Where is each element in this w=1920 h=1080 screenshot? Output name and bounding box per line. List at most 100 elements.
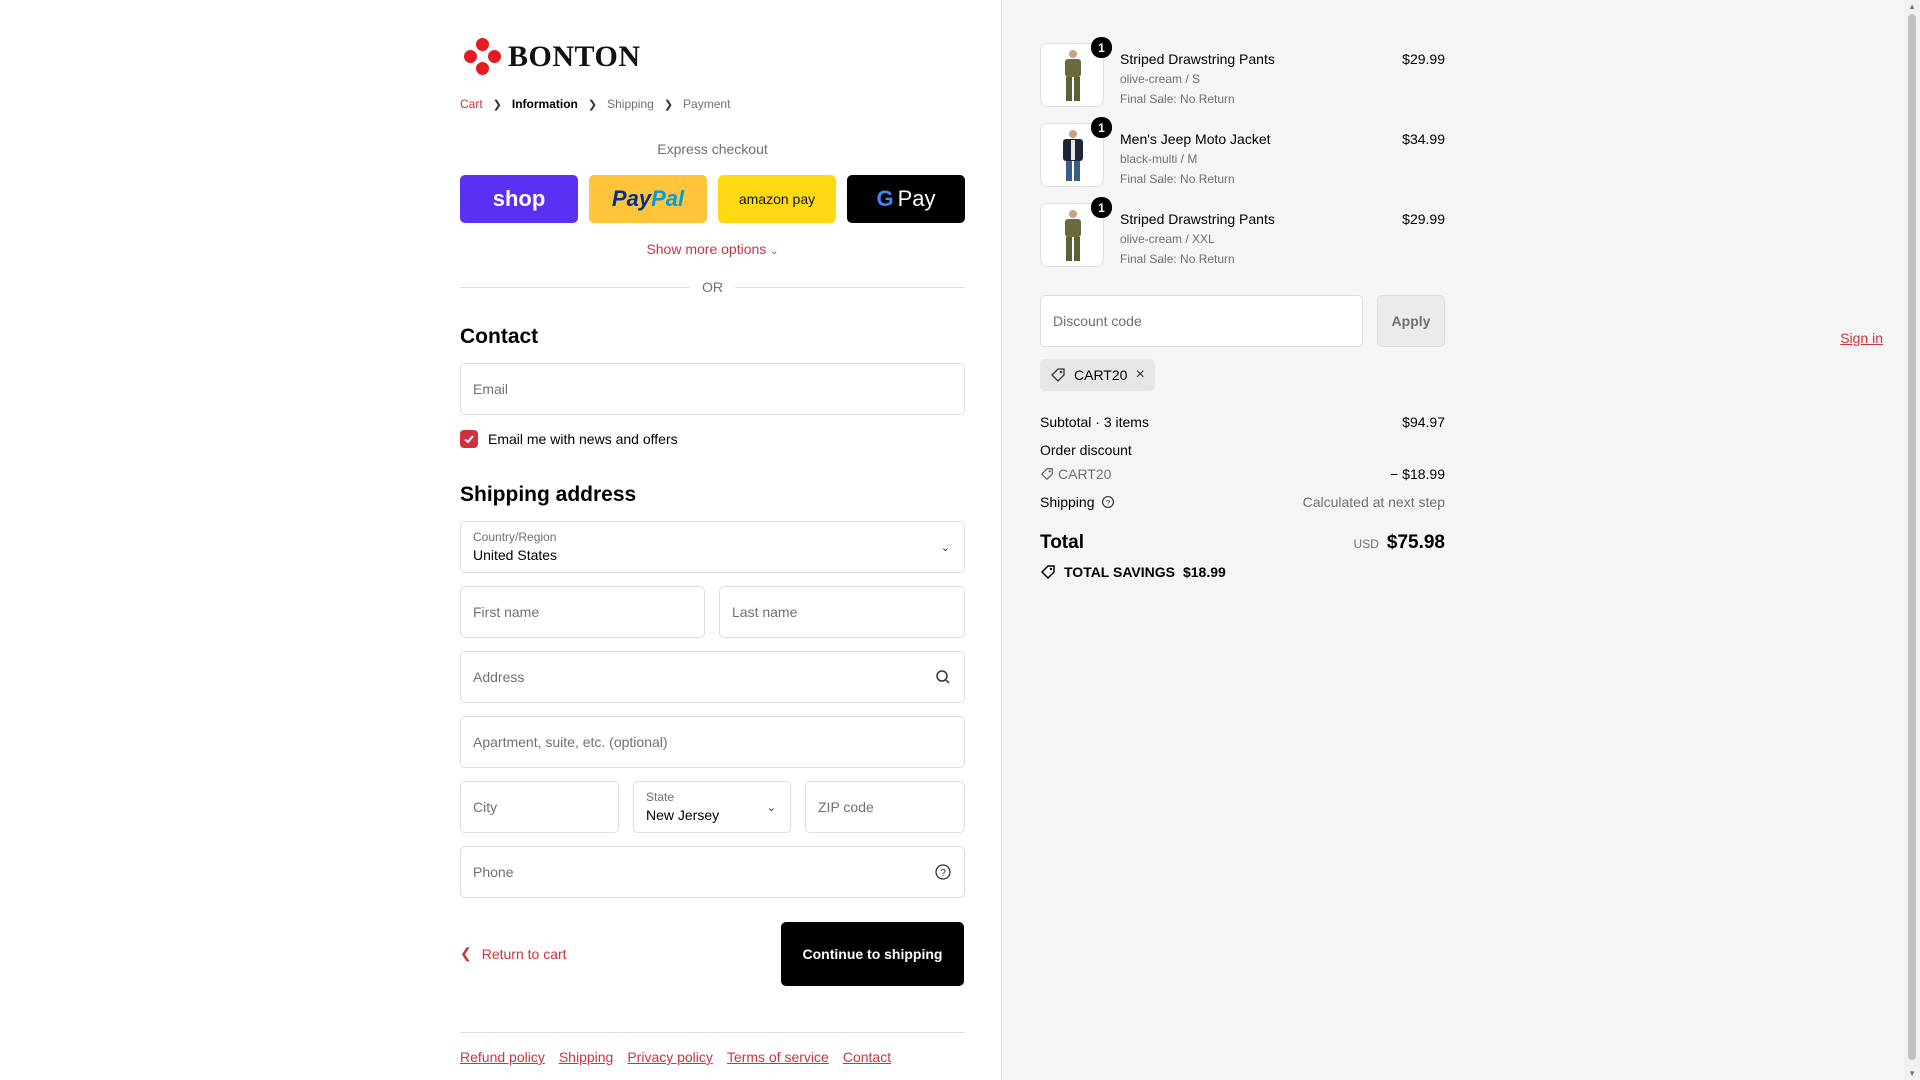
discount-code-line: CART20 [1040,466,1445,482]
address-field[interactable]: Address [460,651,965,703]
tag-icon [1040,565,1055,580]
or-label: OR [702,279,723,295]
last-name-field[interactable]: Last name [719,586,965,638]
footer-link-contact[interactable]: Contact [843,1049,891,1065]
logo-text: BONTON [508,40,641,73]
email-field[interactable]: Email [460,363,965,415]
help-icon[interactable]: ? [934,863,952,884]
country-value: United States [473,547,558,563]
phone-placeholder: Phone [473,864,514,880]
order-discount-row: Order discount [1040,442,1445,458]
tag-icon [1051,368,1065,382]
shipping-value: Calculated at next step [1302,494,1445,510]
quantity-badge: 1 [1091,37,1112,58]
item-name: Men's Jeep Moto Jacket [1120,131,1271,147]
subtotal-value: $94.97 [1402,414,1445,430]
footer-link-refund[interactable]: Refund policy [460,1049,545,1065]
shipping-label: Shipping [1040,494,1095,510]
zip-placeholder: ZIP code [818,799,874,815]
amazon-pay-label: amazon pay [738,191,816,207]
google-pay-button[interactable]: G Pay [847,175,965,223]
apartment-field[interactable]: Apartment, suite, etc. (optional) [460,716,965,768]
item-name: Striped Drawstring Pants [1120,211,1275,227]
applied-discount-tag: CART20 × [1040,359,1155,391]
discount-code-row: CART20 − $18.99 [1040,466,1445,482]
scroll-down-icon[interactable]: ▼ [1908,1069,1916,1078]
check-icon [464,435,474,444]
total-label: Total [1040,532,1084,553]
savings-amount: $18.99 [1182,564,1226,580]
footer-link-shipping[interactable]: Shipping [559,1049,614,1065]
total-savings: TOTAL SAVINGS $18.99 [1040,564,1226,580]
item-variant: olive-cream / S [1120,72,1201,86]
svg-text:?: ? [940,868,946,879]
google-pay-label: Pay [897,186,936,211]
state-label: State [646,790,675,804]
shop-pay-label: shop [492,186,546,211]
state-select[interactable]: State New Jersey ⌄ [633,781,791,833]
help-icon[interactable]: ? [1101,495,1115,509]
item-price: $29.99 [1402,51,1445,67]
state-value: New Jersey [646,807,720,823]
first-name-placeholder: First name [473,604,540,620]
or-divider: OR [460,279,965,295]
newsletter-row[interactable]: Email me with news and offers [460,430,678,448]
logo-mark-icon [464,38,502,76]
newsletter-label: Email me with news and offers [488,431,678,447]
search-icon [934,668,952,689]
sign-in-link[interactable]: Sign in [1840,330,1883,346]
footer-link-privacy[interactable]: Privacy policy [627,1049,713,1065]
country-select[interactable]: Country/Region United States ⌄ [460,521,965,573]
item-note: Final Sale: No Return [1120,252,1235,266]
first-name-field[interactable]: First name [460,586,705,638]
scrollbar-thumb[interactable] [1908,14,1916,1060]
total-amount: $75.98 [1386,532,1445,553]
city-placeholder: City [473,799,498,815]
return-to-cart-link[interactable]: ❮ Return to cart [460,945,567,962]
newsletter-checkbox[interactable] [460,430,478,448]
tag-icon [1040,468,1053,481]
quantity-badge: 1 [1091,117,1112,138]
breadcrumb-information: Information [511,97,578,111]
footer-link-terms[interactable]: Terms of service [727,1049,829,1065]
paypal-button[interactable]: Pay Pal [589,175,707,223]
show-more-options-link[interactable]: Show more options ⌄ [460,241,965,257]
google-g-icon: G [876,186,894,211]
discount-code-name: CART20 [1058,466,1112,482]
item-note: Final Sale: No Return [1120,172,1235,186]
cart-item: 1 Striped Drawstring Pants olive-cream /… [1040,37,1445,109]
scroll-up-icon[interactable]: ▲ [1908,2,1916,11]
express-pay-buttons: shop Pay Pal amazon pay G Pay [460,175,965,223]
discount-code-field[interactable]: Discount code [1040,295,1363,347]
chevron-right-icon: ❯ [587,98,598,111]
contact-heading: Contact [460,325,539,348]
amazon-pay-button[interactable]: amazon pay [718,175,836,223]
footer-divider [460,1032,965,1033]
country-label: Country/Region [473,530,557,544]
discount-amount: − $18.99 [1390,466,1445,482]
email-placeholder: Email [473,381,509,397]
item-variant: black-multi / M [1120,152,1198,166]
remove-discount-icon[interactable]: × [1135,366,1144,384]
page-scrollbar[interactable]: ▲ ▼ [1904,0,1920,1080]
footer-links: Refund policy Shipping Privacy policy Te… [460,1049,891,1065]
shop-pay-button[interactable]: shop [460,175,578,223]
item-price: $29.99 [1402,211,1445,227]
chevron-down-icon: ⌄ [770,246,779,257]
quantity-badge: 1 [1091,197,1112,218]
bonton-logo[interactable]: BONTON [464,38,640,76]
breadcrumb: Cart ❯ Information ❯ Shipping ❯ Payment [460,97,730,111]
breadcrumb-shipping: Shipping [607,97,654,111]
city-field[interactable]: City [460,781,619,833]
address-placeholder: Address [473,669,525,685]
phone-field[interactable]: Phone ? [460,846,965,898]
continue-to-shipping-button[interactable]: Continue to shipping [781,922,964,986]
cart-item: 1 Men's Jeep Moto Jacket black-multi / M… [1040,117,1445,189]
apply-discount-button[interactable]: Apply [1377,295,1445,347]
breadcrumb-cart[interactable]: Cart [460,97,483,111]
discount-placeholder: Discount code [1053,313,1142,329]
express-checkout-title: Express checkout [657,141,768,157]
show-more-label: Show more options [646,241,767,257]
order-discount-label: Order discount [1040,442,1132,458]
zip-field[interactable]: ZIP code [805,781,965,833]
